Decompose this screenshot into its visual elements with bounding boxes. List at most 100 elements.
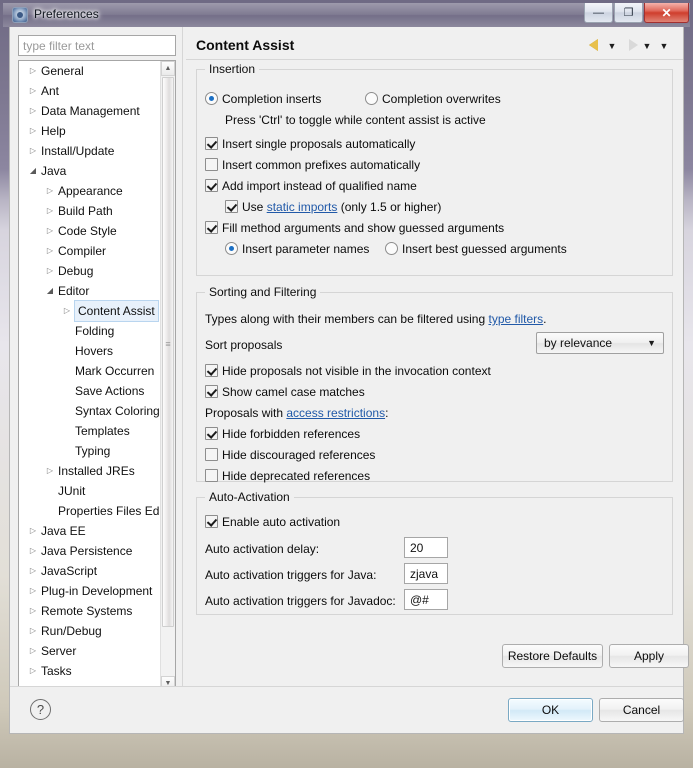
sidebar-item-compiler[interactable]: ▷ Compiler bbox=[19, 241, 162, 261]
chevron-right-icon[interactable]: ▷ bbox=[27, 561, 39, 581]
sidebar-item-build-path[interactable]: ▷ Build Path bbox=[19, 201, 162, 221]
sidebar-item-install-update[interactable]: ▷ Install/Update bbox=[19, 141, 162, 161]
sidebar-item-general[interactable]: ▷ General bbox=[19, 61, 162, 81]
completion-inserts-radio[interactable]: Completion inserts bbox=[205, 92, 321, 106]
sidebar-item-java-persistence[interactable]: ▷ Java Persistence bbox=[19, 541, 162, 561]
enable-auto-activation-label: Enable auto activation bbox=[222, 515, 341, 529]
sidebar-item-folding[interactable]: Folding bbox=[19, 321, 162, 341]
chevron-right-icon[interactable]: ▷ bbox=[27, 661, 39, 681]
add-import-checkbox[interactable]: Add import instead of qualified name bbox=[205, 179, 417, 193]
sidebar-item-syntax-coloring[interactable]: Syntax Coloring bbox=[19, 401, 162, 421]
chevron-right-icon[interactable]: ▷ bbox=[44, 181, 56, 201]
chevron-right-icon[interactable]: ▷ bbox=[27, 541, 39, 561]
maximize-button[interactable]: ❐ bbox=[614, 3, 643, 23]
vertical-scroll-thumb[interactable] bbox=[162, 77, 174, 627]
sidebar-item-remote-systems[interactable]: ▷ Remote Systems bbox=[19, 601, 162, 621]
sidebar-item-run-debug[interactable]: ▷ Run/Debug bbox=[19, 621, 162, 641]
sidebar-item-mark-occurren[interactable]: Mark Occurren bbox=[19, 361, 162, 381]
preferences-tree[interactable]: ▷ General ▷ Ant ▷ Data Management ▷ Help ▷ Instal… bbox=[18, 60, 176, 692]
sidebar-item-debug[interactable]: ▷ Debug bbox=[19, 261, 162, 281]
javadoc-triggers-input[interactable]: @# bbox=[404, 589, 448, 610]
insert-best-guessed-label: Insert best guessed arguments bbox=[402, 242, 567, 256]
sidebar-item-javascript[interactable]: ▷ JavaScript bbox=[19, 561, 162, 581]
insert-single-proposals-checkbox[interactable]: Insert single proposals automatically bbox=[205, 137, 415, 151]
hide-not-visible-checkbox[interactable]: Hide proposals not visible in the invoca… bbox=[205, 364, 491, 378]
sidebar-item-appearance[interactable]: ▷ Appearance bbox=[19, 181, 162, 201]
sidebar-item-typing[interactable]: Typing bbox=[19, 441, 162, 461]
sidebar-item-templates[interactable]: Templates bbox=[19, 421, 162, 441]
sidebar-item-plug-in-development[interactable]: ▷ Plug-in Development bbox=[19, 581, 162, 601]
chevron-right-icon[interactable]: ▷ bbox=[44, 201, 56, 221]
insert-best-guessed-radio[interactable]: Insert best guessed arguments bbox=[385, 242, 567, 256]
cancel-button[interactable]: Cancel bbox=[599, 698, 684, 722]
ctrl-toggle-hint: Press 'Ctrl' to toggle while content ass… bbox=[225, 113, 486, 127]
back-menu-chevron-down-icon[interactable]: ▼ bbox=[606, 37, 618, 53]
chevron-right-icon[interactable]: ▷ bbox=[27, 521, 39, 541]
view-menu-chevron-down-icon[interactable]: ▼ bbox=[658, 37, 670, 53]
chevron-right-icon[interactable]: ▷ bbox=[44, 221, 56, 241]
show-camel-case-checkbox[interactable]: Show camel case matches bbox=[205, 385, 365, 399]
type-filters-link[interactable]: type filters bbox=[488, 312, 543, 326]
chevron-down-icon[interactable]: ◢ bbox=[27, 161, 39, 181]
chevron-right-icon[interactable]: ▷ bbox=[44, 241, 56, 261]
chevron-down-icon: ▼ bbox=[647, 338, 656, 348]
sidebar-item-properties-files-ed[interactable]: Properties Files Ed bbox=[19, 501, 162, 521]
chevron-right-icon[interactable]: ▷ bbox=[44, 461, 56, 481]
java-triggers-input[interactable]: zjava bbox=[404, 563, 448, 584]
sort-proposals-select[interactable]: by relevance ▼ bbox=[536, 332, 664, 354]
back-arrow-icon[interactable] bbox=[588, 37, 605, 53]
insert-common-prefixes-checkbox[interactable]: Insert common prefixes automatically bbox=[205, 158, 420, 172]
fill-method-arguments-checkbox[interactable]: Fill method arguments and show guessed a… bbox=[205, 221, 504, 235]
filter-input[interactable]: type filter text bbox=[18, 35, 176, 56]
chevron-down-icon[interactable]: ◢ bbox=[44, 281, 56, 301]
help-icon[interactable]: ? bbox=[30, 699, 51, 720]
completion-overwrites-radio[interactable]: Completion overwrites bbox=[365, 92, 501, 106]
sidebar-item-code-style[interactable]: ▷ Code Style bbox=[19, 221, 162, 241]
sidebar-item-data-management[interactable]: ▷ Data Management bbox=[19, 101, 162, 121]
sidebar-item-save-actions[interactable]: Save Actions bbox=[19, 381, 162, 401]
sidebar-item-hovers[interactable]: Hovers bbox=[19, 341, 162, 361]
chevron-right-icon[interactable]: ▷ bbox=[27, 81, 39, 101]
chevron-right-icon[interactable]: ▷ bbox=[27, 141, 39, 161]
sidebar-item-ant[interactable]: ▷ Ant bbox=[19, 81, 162, 101]
access-restrictions-link[interactable]: access restrictions bbox=[286, 406, 385, 420]
sidebar-item-java-ee[interactable]: ▷ Java EE bbox=[19, 521, 162, 541]
chevron-right-icon[interactable]: ▷ bbox=[27, 621, 39, 641]
sidebar-item-server[interactable]: ▷ Server bbox=[19, 641, 162, 661]
chevron-right-icon[interactable]: ▷ bbox=[44, 261, 56, 281]
java-triggers-value: zjava bbox=[410, 567, 439, 581]
static-imports-link[interactable]: static imports bbox=[267, 200, 338, 214]
use-static-imports-checkbox[interactable]: Use static imports (only 1.5 or higher) bbox=[225, 200, 441, 214]
chevron-right-icon[interactable]: ▷ bbox=[27, 101, 39, 121]
chevron-right-icon[interactable]: ▷ bbox=[27, 581, 39, 601]
chevron-right-icon[interactable]: ▷ bbox=[27, 641, 39, 661]
restore-defaults-button[interactable]: Restore Defaults bbox=[502, 644, 603, 668]
chevron-right-icon[interactable]: ▷ bbox=[27, 61, 39, 81]
apply-button[interactable]: Apply bbox=[609, 644, 689, 668]
sidebar-item-java[interactable]: ◢ Java bbox=[19, 161, 162, 181]
title-bar[interactable]: Preferences — ❐ ✕ bbox=[3, 3, 690, 27]
insert-parameter-names-radio[interactable]: Insert parameter names bbox=[225, 242, 369, 256]
hide-deprecated-checkbox[interactable]: Hide deprecated references bbox=[205, 469, 370, 483]
tree-vertical-scrollbar[interactable]: ▲ ▼ bbox=[160, 61, 175, 691]
chevron-right-icon[interactable]: ▷ bbox=[27, 601, 39, 621]
chevron-right-icon[interactable]: ▷ bbox=[27, 121, 39, 141]
hide-forbidden-checkbox[interactable]: Hide forbidden references bbox=[205, 427, 360, 441]
auto-activation-delay-input[interactable]: 20 bbox=[404, 537, 448, 558]
chevron-right-icon[interactable]: ▷ bbox=[61, 301, 73, 321]
sidebar-item-help[interactable]: ▷ Help bbox=[19, 121, 162, 141]
enable-auto-activation-checkbox[interactable]: Enable auto activation bbox=[205, 515, 340, 529]
sidebar-item-junit[interactable]: JUnit bbox=[19, 481, 162, 501]
sidebar-item-installed-jres[interactable]: ▷ Installed JREs bbox=[19, 461, 162, 481]
close-button[interactable]: ✕ bbox=[644, 3, 689, 23]
minimize-button[interactable]: — bbox=[584, 3, 613, 23]
completion-inserts-label: Completion inserts bbox=[222, 92, 322, 106]
ok-button[interactable]: OK bbox=[508, 698, 593, 722]
sidebar-item-content-assist[interactable]: ▷ Content Assist bbox=[19, 300, 162, 322]
sidebar-item-tasks[interactable]: ▷ Tasks bbox=[19, 661, 162, 681]
forward-arrow-icon[interactable] bbox=[623, 37, 640, 53]
scroll-up-button[interactable]: ▲ bbox=[161, 61, 175, 76]
sidebar-item-editor[interactable]: ◢ Editor bbox=[19, 281, 162, 301]
hide-discouraged-checkbox[interactable]: Hide discouraged references bbox=[205, 448, 375, 462]
forward-menu-chevron-down-icon[interactable]: ▼ bbox=[641, 37, 653, 53]
